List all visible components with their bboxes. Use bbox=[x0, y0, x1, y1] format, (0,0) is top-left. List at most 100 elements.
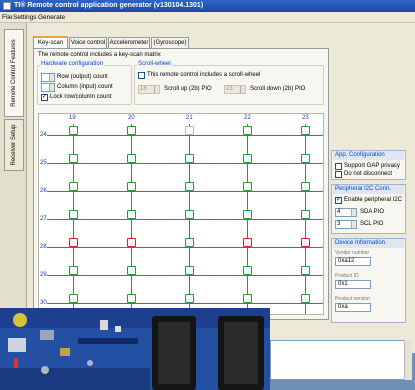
key-cell[interactable] bbox=[301, 294, 310, 303]
app-config-group: App. Configuration Support GAP privacy D… bbox=[331, 150, 406, 180]
row-label: 30 bbox=[40, 300, 47, 306]
side-tab-label: Remote Control Features bbox=[11, 39, 17, 107]
key-cell[interactable] bbox=[243, 210, 252, 219]
key-cell[interactable] bbox=[69, 210, 78, 219]
key-cell[interactable] bbox=[127, 126, 136, 135]
key-cell[interactable] bbox=[301, 238, 310, 247]
key-cell[interactable] bbox=[185, 182, 194, 191]
key-cell[interactable] bbox=[69, 126, 78, 135]
key-cell[interactable] bbox=[243, 126, 252, 135]
scl-pio-spinner[interactable]: 3 bbox=[335, 220, 357, 229]
key-cell[interactable] bbox=[127, 182, 136, 191]
key-cell[interactable] bbox=[127, 238, 136, 247]
enable-i2c-label: Enable peripheral I2C bbox=[344, 197, 403, 203]
device-info-title: Device Information bbox=[333, 239, 404, 248]
key-cell[interactable] bbox=[185, 126, 194, 135]
product-version-field[interactable]: 0xa bbox=[335, 303, 371, 312]
output-scrollbar[interactable] bbox=[404, 340, 412, 380]
lock-count-checkbox[interactable]: ✓ bbox=[41, 94, 48, 101]
row-label: 27 bbox=[40, 216, 47, 222]
row-line bbox=[47, 219, 323, 220]
menu-settings[interactable]: Settings bbox=[13, 13, 37, 22]
key-cell[interactable] bbox=[185, 210, 194, 219]
row-label: 28 bbox=[40, 244, 47, 250]
key-cell[interactable] bbox=[243, 238, 252, 247]
key-cell[interactable] bbox=[243, 294, 252, 303]
side-tab-receiver-setup[interactable]: Receiver Setup bbox=[4, 119, 24, 171]
sda-pio-value: 4 bbox=[337, 209, 341, 215]
app-config-title: App. Configuration bbox=[333, 151, 404, 160]
column-line bbox=[73, 124, 74, 314]
key-cell[interactable] bbox=[243, 266, 252, 275]
vendor-number-label: Vendor number bbox=[335, 250, 370, 256]
scroll-up-spinner[interactable]: 16 bbox=[138, 85, 160, 94]
key-cell[interactable] bbox=[127, 154, 136, 163]
row-line bbox=[47, 191, 323, 192]
column-label: 21 bbox=[186, 115, 193, 121]
key-cell[interactable] bbox=[69, 294, 78, 303]
output-log[interactable] bbox=[270, 340, 405, 380]
scroll-down-spinner[interactable]: 23 bbox=[224, 85, 246, 94]
key-cell[interactable] bbox=[185, 154, 194, 163]
scroll-down-value: 23 bbox=[226, 86, 233, 92]
window-title: TI® Remote control application generator… bbox=[14, 2, 204, 9]
menu-bar: File Settings Generate bbox=[0, 12, 415, 23]
side-tab-remote-control-features[interactable]: Remote Control Features bbox=[4, 29, 24, 117]
key-cell[interactable] bbox=[301, 154, 310, 163]
column-label: 22 bbox=[244, 115, 251, 121]
column-line bbox=[305, 124, 306, 314]
key-cell[interactable] bbox=[69, 154, 78, 163]
key-cell[interactable] bbox=[185, 266, 194, 275]
scroll-up-value: 16 bbox=[140, 86, 147, 92]
column-count-spinner[interactable] bbox=[41, 83, 55, 92]
key-cell[interactable] bbox=[185, 294, 194, 303]
gap-privacy-checkbox[interactable] bbox=[335, 163, 342, 170]
column-label: 20 bbox=[128, 115, 135, 121]
product-id-field[interactable]: 0x1 bbox=[335, 280, 371, 289]
no-disconnect-checkbox[interactable] bbox=[335, 171, 342, 178]
hardware-board-photo bbox=[0, 308, 270, 390]
key-cell[interactable] bbox=[127, 210, 136, 219]
vendor-number-field[interactable]: 0xa12 bbox=[335, 257, 371, 266]
key-cell[interactable] bbox=[69, 182, 78, 191]
row-line bbox=[47, 135, 323, 136]
key-cell[interactable] bbox=[127, 266, 136, 275]
column-label: 19 bbox=[69, 115, 76, 121]
key-cell[interactable] bbox=[301, 182, 310, 191]
scroll-down-label: Scroll down (2b) PIO bbox=[250, 86, 306, 92]
peripheral-i2c-group: Peripheral I2C Conn. ✓ Enable peripheral… bbox=[331, 184, 406, 234]
menu-generate[interactable]: Generate bbox=[38, 13, 65, 22]
scl-pio-value: 3 bbox=[337, 221, 341, 227]
app-icon bbox=[3, 2, 11, 10]
gap-privacy-label: Support GAP privacy bbox=[344, 163, 400, 169]
scroll-wheel-label: This remote control includes a scroll-wh… bbox=[147, 72, 261, 78]
menu-file[interactable]: File bbox=[2, 13, 12, 22]
row-label: 26 bbox=[40, 188, 47, 194]
right-config-pane: App. Configuration Support GAP privacy D… bbox=[331, 150, 406, 325]
key-cell[interactable] bbox=[243, 182, 252, 191]
key-matrix: 19 20 21 22 23 24 25 26 27 28 29 30 bbox=[38, 113, 324, 315]
key-cell[interactable] bbox=[301, 266, 310, 275]
device-info-group: Device Information Vendor number 0xa12 P… bbox=[331, 238, 406, 323]
enable-i2c-checkbox[interactable]: ✓ bbox=[335, 197, 342, 204]
column-count-label: Column (input) count bbox=[57, 84, 113, 90]
row-label: 24 bbox=[40, 132, 47, 138]
key-cell[interactable] bbox=[69, 238, 78, 247]
row-line bbox=[47, 275, 323, 276]
column-label: 23 bbox=[302, 115, 309, 121]
column-line bbox=[189, 124, 190, 314]
key-cell[interactable] bbox=[243, 154, 252, 163]
sda-pio-spinner[interactable]: 4 bbox=[335, 208, 357, 217]
product-version-label: Product version bbox=[335, 296, 370, 302]
key-cell[interactable] bbox=[301, 126, 310, 135]
scroll-wheel-checkbox[interactable] bbox=[138, 72, 145, 79]
key-cell[interactable] bbox=[301, 210, 310, 219]
scroll-up-label: Scroll up (2b) PIO bbox=[164, 86, 212, 92]
key-cell[interactable] bbox=[185, 238, 194, 247]
key-cell[interactable] bbox=[69, 266, 78, 275]
side-tab-strip: Remote Control Features Receiver Setup bbox=[0, 23, 27, 328]
column-line bbox=[247, 124, 248, 314]
row-count-spinner[interactable] bbox=[41, 73, 55, 82]
column-line bbox=[131, 124, 132, 314]
key-cell[interactable] bbox=[127, 294, 136, 303]
